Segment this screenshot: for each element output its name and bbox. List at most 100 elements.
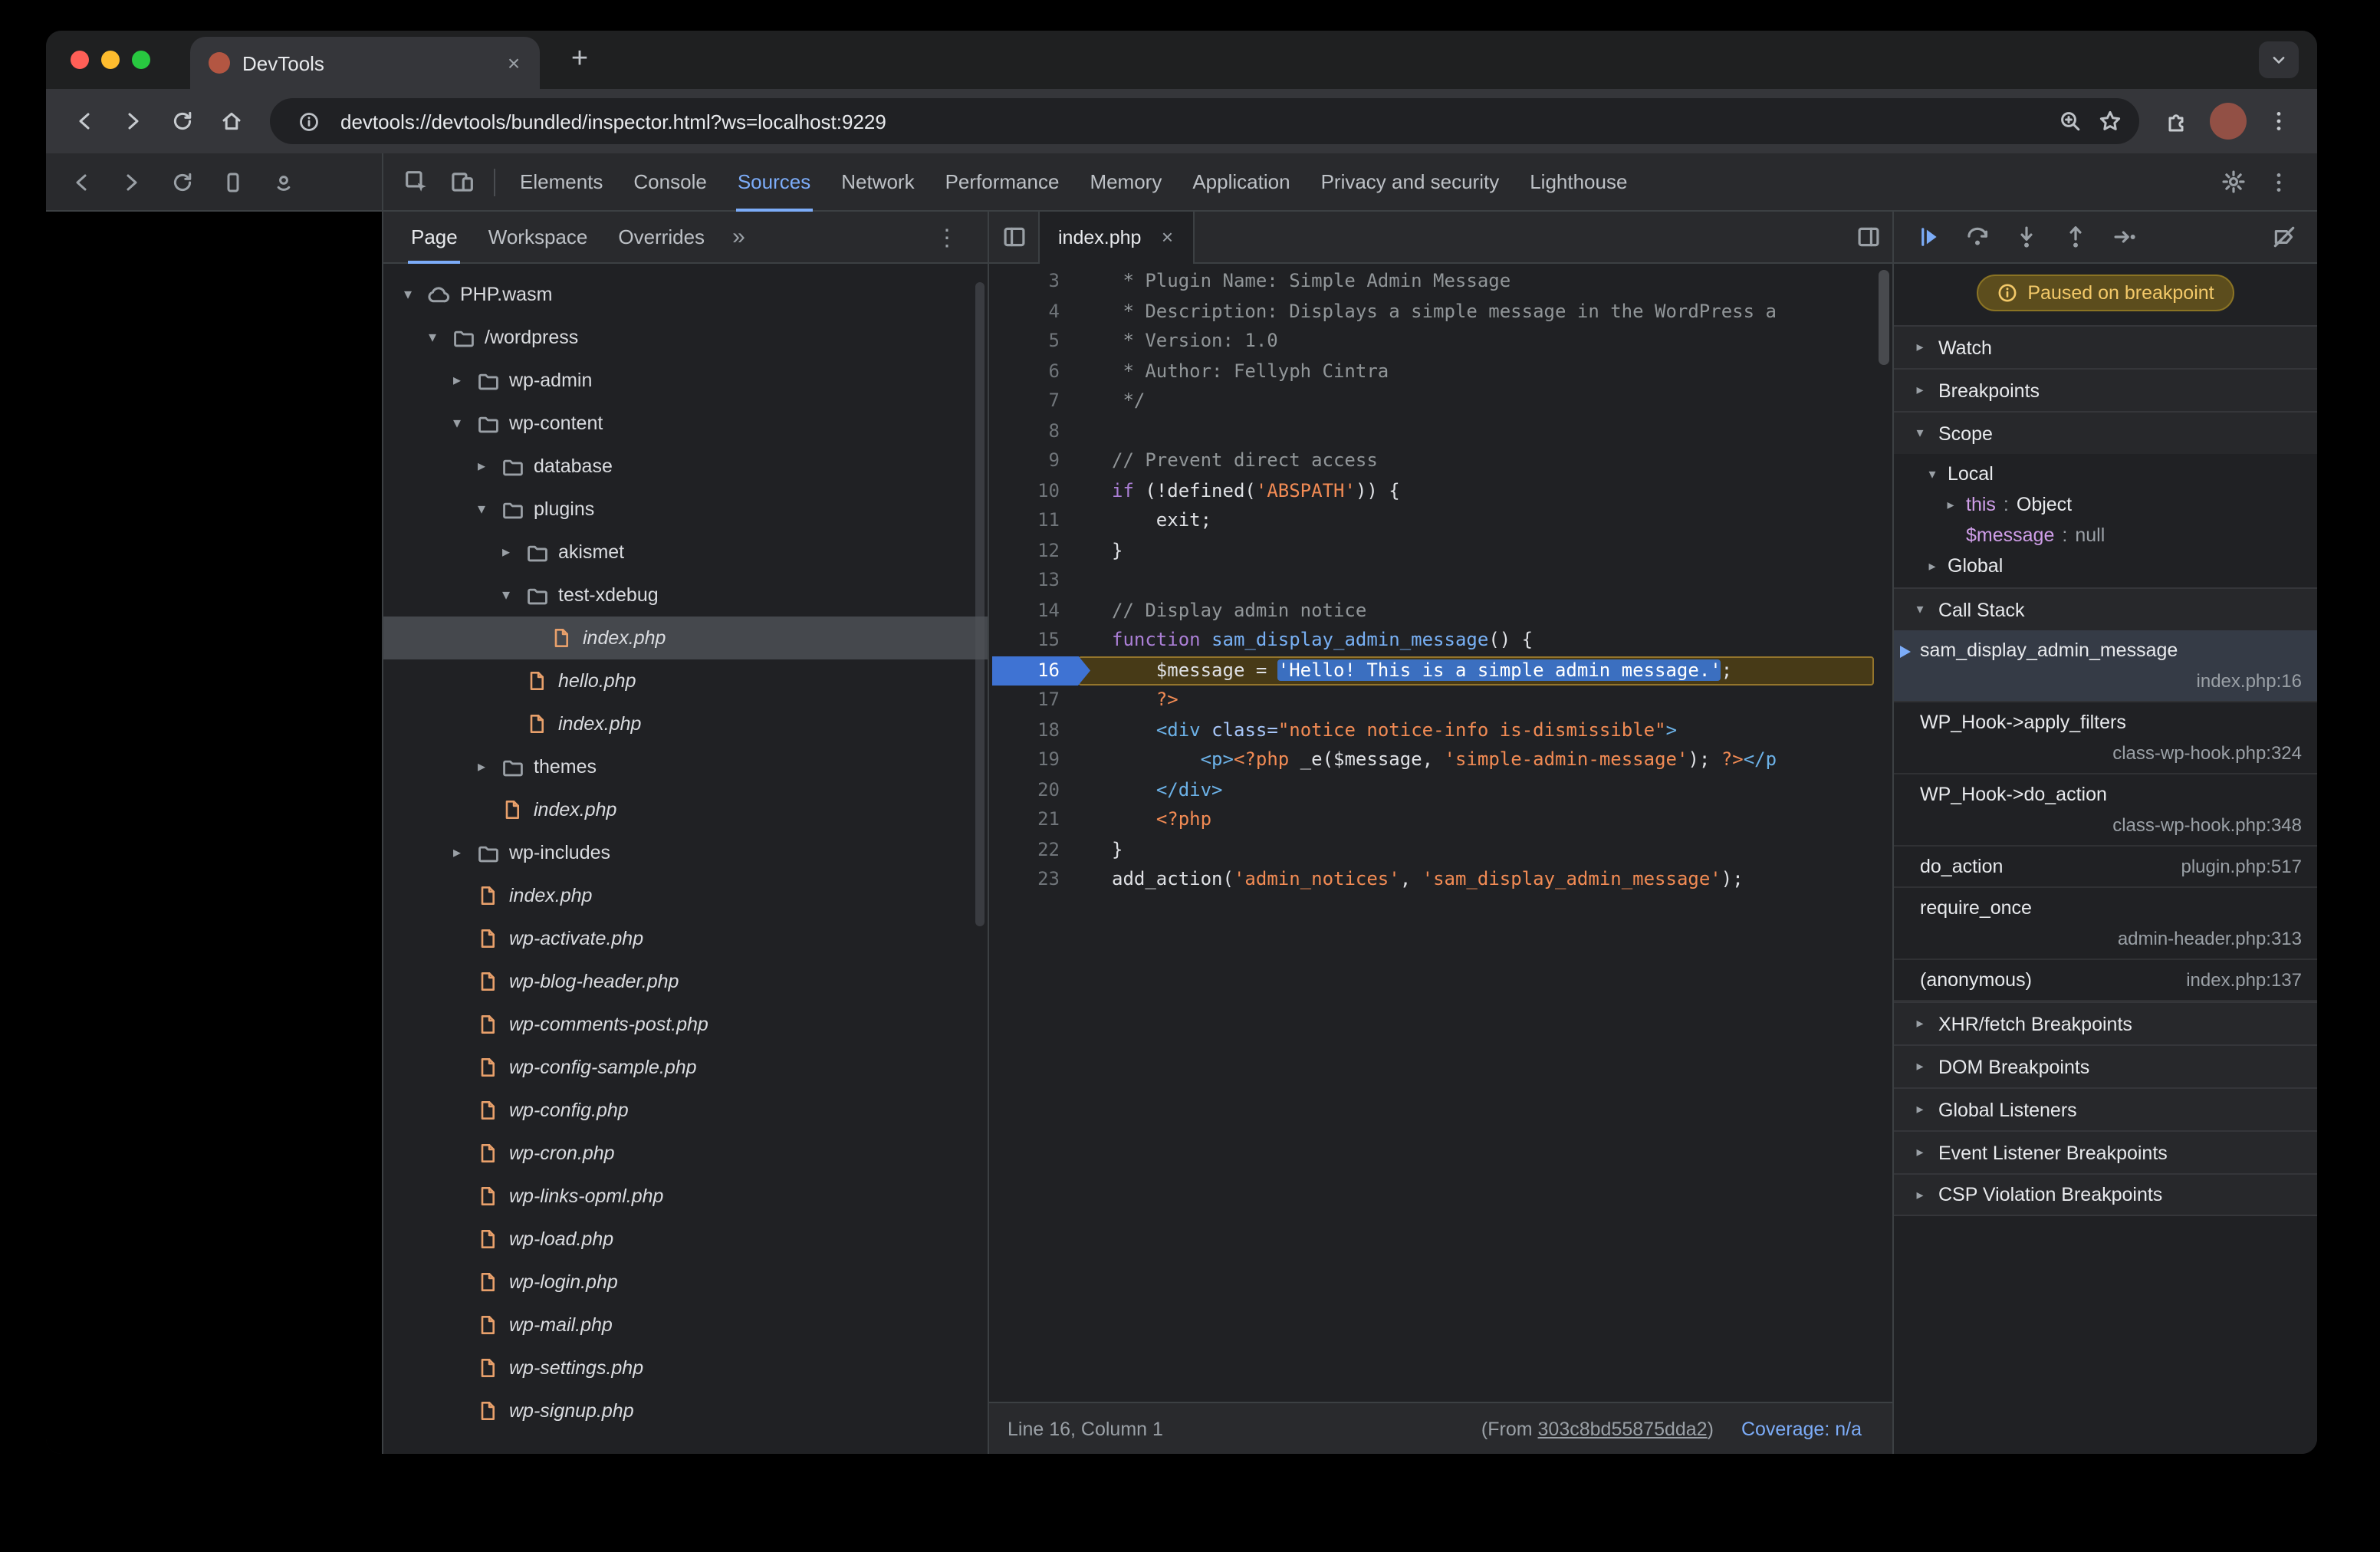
- chevron-down-icon[interactable]: ▾: [448, 415, 466, 432]
- chevron-right-icon[interactable]: ▸: [448, 844, 466, 861]
- tree-item-wp-settings-php[interactable]: wp-settings.php: [383, 1346, 988, 1389]
- zoom-window-button[interactable]: [132, 51, 150, 69]
- section-call-stack[interactable]: ▾Call Stack: [1894, 587, 2317, 630]
- tree-item-wp-activate-php[interactable]: wp-activate.php: [383, 917, 988, 960]
- tree-item-wp-includes[interactable]: ▸wp-includes: [383, 831, 988, 874]
- code-line-6[interactable]: 6 * Author: Fellyph Cintra: [989, 357, 1892, 386]
- zoom-icon[interactable]: [2050, 101, 2090, 141]
- step-icon[interactable]: [2109, 222, 2139, 252]
- section-dom-breakpoints[interactable]: ▸DOM Breakpoints: [1894, 1044, 2317, 1087]
- line-number[interactable]: 11: [989, 506, 1078, 536]
- panel-tab-network[interactable]: Network: [826, 153, 929, 211]
- line-number[interactable]: 13: [989, 566, 1078, 596]
- chevron-right-icon[interactable]: ▸: [472, 458, 491, 475]
- inspect-icon[interactable]: [393, 159, 439, 205]
- code-line-23[interactable]: 23add_action('admin_notices', 'sam_displ…: [989, 865, 1892, 895]
- section-scope[interactable]: ▾Scope: [1894, 411, 2317, 454]
- call-stack-frame-do-action[interactable]: do_actionplugin.php:517: [1894, 847, 2317, 888]
- code-line-15[interactable]: 15function sam_display_admin_message() {: [989, 626, 1892, 656]
- line-number[interactable]: 22: [989, 835, 1078, 865]
- code-line-18[interactable]: 18 <div class="notice notice-info is-dis…: [989, 715, 1892, 745]
- step-into-icon[interactable]: [2010, 222, 2041, 252]
- line-number[interactable]: 12: [989, 536, 1078, 566]
- tree-item-wp-config-sample-php[interactable]: wp-config-sample.php: [383, 1046, 988, 1089]
- code-line-13[interactable]: 13: [989, 566, 1892, 596]
- code-line-4[interactable]: 4 * Description: Displays a simple messa…: [989, 297, 1892, 327]
- device-toolbar-icon[interactable]: [439, 159, 485, 205]
- call-stack-frame-sam-display-admin-message[interactable]: sam_display_admin_messageindex.php:16: [1894, 630, 2317, 702]
- call-stack-frame-require-once[interactable]: require_onceadmin-header.php:313: [1894, 888, 2317, 960]
- screencast-viewport[interactable]: [46, 212, 382, 1454]
- tree-item-wp-blog-header-php[interactable]: wp-blog-header.php: [383, 960, 988, 1003]
- panel-tab-memory[interactable]: Memory: [1074, 153, 1177, 211]
- code-line-8[interactable]: 8: [989, 416, 1892, 446]
- tab-close-icon[interactable]: ×: [500, 49, 528, 77]
- code-line-20[interactable]: 20 </div>: [989, 775, 1892, 805]
- chevron-down-icon[interactable]: ▾: [423, 329, 442, 346]
- line-number[interactable]: 18: [989, 715, 1078, 745]
- line-number[interactable]: 10: [989, 476, 1078, 506]
- more-tabs-icon[interactable]: »: [720, 224, 758, 250]
- chevron-right-icon[interactable]: ▸: [472, 758, 491, 775]
- forward-icon[interactable]: [109, 159, 155, 205]
- profile-avatar[interactable]: [2210, 103, 2247, 140]
- navigator-tab-workspace[interactable]: Workspace: [473, 211, 603, 263]
- code-line-10[interactable]: 10if (!defined('ABSPATH')) {: [989, 476, 1892, 506]
- section-event-listener-breakpoints[interactable]: ▸Event Listener Breakpoints: [1894, 1130, 2317, 1173]
- back-icon[interactable]: [61, 98, 107, 144]
- home-icon[interactable]: [209, 98, 255, 144]
- new-tab-button[interactable]: +: [558, 38, 601, 81]
- tab-search-button[interactable]: [2259, 41, 2299, 78]
- toggle-navigator-icon[interactable]: [989, 211, 1038, 263]
- line-number[interactable]: 23: [989, 865, 1078, 895]
- panel-tab-performance[interactable]: Performance: [930, 153, 1075, 211]
- settings-gear-icon[interactable]: [2210, 159, 2256, 205]
- tree-item-wp-admin[interactable]: ▸wp-admin: [383, 359, 988, 402]
- tree-item-index-php[interactable]: index.php: [383, 617, 988, 659]
- tree-item-wp-links-opml-php[interactable]: wp-links-opml.php: [383, 1175, 988, 1218]
- call-stack-frame-wp-hook-apply-filters[interactable]: WP_Hook->apply_filtersclass-wp-hook.php:…: [1894, 702, 2317, 774]
- tree-item-wordpress[interactable]: ▾/wordpress: [383, 316, 988, 359]
- resume-icon[interactable]: [1912, 222, 1943, 252]
- code-line-19[interactable]: 19 <p><?php _e($message, 'simple-admin-m…: [989, 745, 1892, 775]
- chevron-down-icon[interactable]: ▾: [472, 501, 491, 518]
- panel-tab-lighthouse[interactable]: Lighthouse: [1514, 153, 1642, 211]
- code-line-5[interactable]: 5 * Version: 1.0: [989, 327, 1892, 357]
- bookmark-star-icon[interactable]: [2090, 101, 2130, 141]
- code-line-11[interactable]: 11 exit;: [989, 506, 1892, 536]
- line-number[interactable]: 21: [989, 805, 1078, 835]
- back-icon[interactable]: [58, 159, 104, 205]
- tree-item-database[interactable]: ▸database: [383, 445, 988, 488]
- tree-item-wp-cron-php[interactable]: wp-cron.php: [383, 1132, 988, 1175]
- panel-tab-application[interactable]: Application: [1177, 153, 1305, 211]
- section-breakpoints[interactable]: ▸Breakpoints: [1894, 368, 2317, 411]
- line-number[interactable]: 17: [989, 686, 1078, 715]
- section-xhr-fetch-breakpoints[interactable]: ▸XHR/fetch Breakpoints: [1894, 1001, 2317, 1044]
- section-csp-violation-breakpoints[interactable]: ▸CSP Violation Breakpoints: [1894, 1173, 2317, 1216]
- address-bar[interactable]: devtools://devtools/bundled/inspector.ht…: [270, 98, 2139, 144]
- tree-item-wp-comments-post-php[interactable]: wp-comments-post.php: [383, 1003, 988, 1046]
- line-number[interactable]: 14: [989, 596, 1078, 626]
- navigator-tab-page[interactable]: Page: [396, 211, 473, 263]
- close-window-button[interactable]: [71, 51, 89, 69]
- tree-item-wp-mail-php[interactable]: wp-mail.php: [383, 1304, 988, 1346]
- tree-item-index-php[interactable]: index.php: [383, 788, 988, 831]
- call-stack-frame-wp-hook-do-action[interactable]: WP_Hook->do_actionclass-wp-hook.php:348: [1894, 774, 2317, 847]
- tree-item-wp-load-php[interactable]: wp-load.php: [383, 1218, 988, 1261]
- tree-item-hello-php[interactable]: hello.php: [383, 659, 988, 702]
- code-line-16[interactable]: 16 $message = 'Hello! This is a simple a…: [989, 656, 1892, 686]
- tree-item-akismet[interactable]: ▸akismet: [383, 531, 988, 574]
- line-number[interactable]: 6: [989, 357, 1078, 386]
- panel-tab-privacy-and-security[interactable]: Privacy and security: [1306, 153, 1515, 211]
- code-line-9[interactable]: 9// Prevent direct access: [989, 446, 1892, 476]
- browser-tab-devtools[interactable]: DevTools ×: [190, 37, 540, 89]
- reload-icon[interactable]: [159, 159, 205, 205]
- section-global-listeners[interactable]: ▸Global Listeners: [1894, 1087, 2317, 1130]
- forward-icon[interactable]: [110, 98, 156, 144]
- editor-scrollbar[interactable]: [1879, 270, 1889, 365]
- line-number[interactable]: 15: [989, 626, 1078, 656]
- editor-tab-close-icon[interactable]: ×: [1153, 223, 1181, 251]
- panel-tab-elements[interactable]: Elements: [505, 153, 618, 211]
- line-number[interactable]: 3: [989, 267, 1078, 297]
- code-line-3[interactable]: 3 * Plugin Name: Simple Admin Message: [989, 267, 1892, 297]
